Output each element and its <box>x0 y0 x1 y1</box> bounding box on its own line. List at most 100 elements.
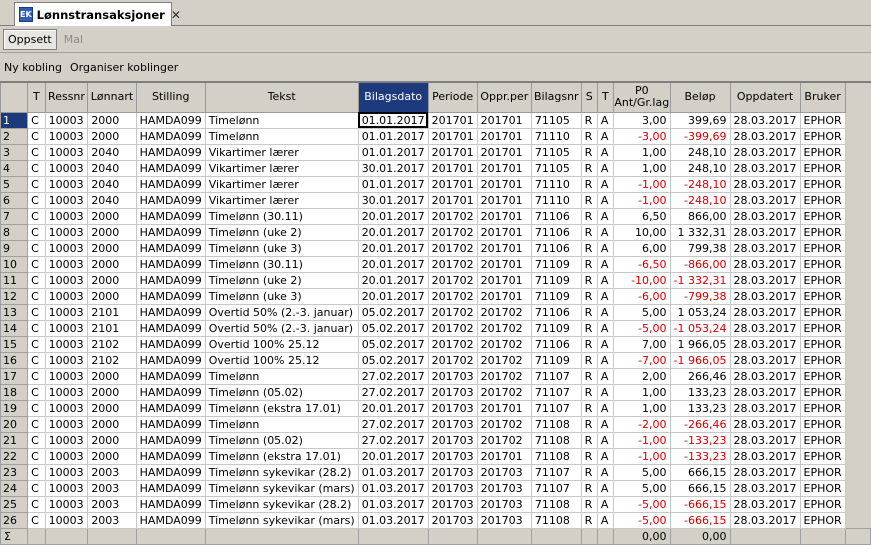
cell-periode[interactable]: 201702 <box>427 287 478 305</box>
cell-s[interactable]: R <box>580 303 598 321</box>
cell-row-number[interactable]: 19 <box>0 399 29 417</box>
cell-ant-gr-lag[interactable]: 1,00 <box>612 399 671 417</box>
cell-t[interactable]: A <box>596 367 614 385</box>
cell-oppr-per[interactable]: 201701 <box>476 111 532 129</box>
col-header-s[interactable]: S <box>580 83 598 113</box>
cell-oppr-per[interactable]: 201701 <box>476 223 532 241</box>
cell-stilling[interactable]: HAMDA099 <box>135 111 206 129</box>
table-row[interactable]: 13 C 10003 2101 HAMDA099 Overtid 50% (2.-3. j… <box>0 303 871 321</box>
cell-ant-gr-lag[interactable]: 10,00 <box>612 223 671 241</box>
cell-bilagsdato[interactable]: 01.03.2017 <box>357 463 429 481</box>
table-row[interactable]: 19 C 10003 2000 HAMDA099 Timelønn (ekstra 17.… <box>0 399 871 417</box>
cell-type[interactable]: C <box>27 255 46 273</box>
cell-row-number[interactable]: 10 <box>0 255 29 273</box>
cell-row-number[interactable]: 11 <box>0 271 29 289</box>
cell-t[interactable]: A <box>596 447 614 465</box>
cell-ressnr[interactable]: 10003 <box>44 239 89 257</box>
cell-bilagsdato[interactable]: 20.01.2017 <box>357 207 429 225</box>
cell-ant-gr-lag[interactable]: 6,50 <box>612 207 671 225</box>
cell-bilagsdato[interactable]: 20.01.2017 <box>357 223 429 241</box>
cell-t[interactable]: A <box>596 271 614 289</box>
cell-oppr-per[interactable]: 201702 <box>476 431 532 449</box>
cell-lonnart[interactable]: 2101 <box>87 303 137 321</box>
organiser-koblinger-button[interactable]: Organiser koblinger <box>70 61 178 74</box>
cell-ant-gr-lag[interactable]: 3,00 <box>612 111 671 129</box>
cell-ressnr[interactable]: 10003 <box>44 127 89 145</box>
cell-t[interactable]: A <box>596 239 614 257</box>
cell-ant-gr-lag[interactable]: -1,00 <box>612 191 671 209</box>
cell-lonnart[interactable]: 2000 <box>87 287 137 305</box>
cell-bruker[interactable]: EPHOR <box>799 207 846 225</box>
col-header-belop[interactable]: Beløp <box>669 83 731 113</box>
cell-bilagsdato[interactable]: 01.01.2017 <box>357 127 429 145</box>
cell-bilagsnr[interactable]: 71107 <box>530 399 582 417</box>
cell-oppr-per[interactable]: 201702 <box>476 319 532 337</box>
cell-belop[interactable]: -666,15 <box>669 511 731 529</box>
cell-bilagsnr[interactable]: 71110 <box>530 175 582 193</box>
table-row[interactable]: 26 C 10003 2003 HAMDA099 Timelønn sykevikar (… <box>0 511 871 529</box>
cell-oppdatert[interactable]: 28.03.2017 <box>729 399 801 417</box>
cell-ant-gr-lag[interactable]: 6,00 <box>612 239 671 257</box>
cell-type[interactable]: C <box>27 511 46 529</box>
cell-bruker[interactable]: EPHOR <box>799 447 846 465</box>
cell-t[interactable]: A <box>596 303 614 321</box>
cell-s[interactable]: R <box>580 271 598 289</box>
cell-t[interactable]: A <box>596 127 614 145</box>
cell-tekst[interactable]: Timelønn (uke 3) <box>204 287 359 305</box>
cell-bruker[interactable]: EPHOR <box>799 159 846 177</box>
cell-type[interactable]: C <box>27 335 46 353</box>
cell-ressnr[interactable]: 10003 <box>44 111 89 129</box>
cell-s[interactable]: R <box>580 175 598 193</box>
cell-ressnr[interactable]: 10003 <box>44 335 89 353</box>
cell-bilagsnr[interactable]: 71108 <box>530 415 582 433</box>
cell-stilling[interactable]: HAMDA099 <box>135 255 206 273</box>
cell-lonnart[interactable]: 2000 <box>87 383 137 401</box>
cell-row-number[interactable]: 16 <box>0 351 29 369</box>
cell-ressnr[interactable]: 10003 <box>44 255 89 273</box>
cell-type[interactable]: C <box>27 479 46 497</box>
cell-s[interactable]: R <box>580 367 598 385</box>
cell-bilagsdato[interactable]: 01.01.2017 <box>357 143 429 161</box>
cell-oppdatert[interactable]: 28.03.2017 <box>729 303 801 321</box>
cell-stilling[interactable]: HAMDA099 <box>135 271 206 289</box>
cell-type[interactable]: C <box>27 399 46 417</box>
cell-stilling[interactable]: HAMDA099 <box>135 463 206 481</box>
cell-ant-gr-lag[interactable]: 1,00 <box>612 143 671 161</box>
cell-s[interactable]: R <box>580 351 598 369</box>
cell-bilagsnr[interactable]: 71105 <box>530 143 582 161</box>
cell-oppdatert[interactable]: 28.03.2017 <box>729 127 801 145</box>
cell-s[interactable]: R <box>580 239 598 257</box>
cell-lonnart[interactable]: 2000 <box>87 223 137 241</box>
cell-row-number[interactable]: 15 <box>0 335 29 353</box>
cell-bilagsdato[interactable]: 20.01.2017 <box>357 239 429 257</box>
cell-lonnart[interactable]: 2000 <box>87 447 137 465</box>
cell-belop[interactable]: 266,46 <box>669 367 731 385</box>
cell-belop[interactable]: -133,23 <box>669 447 731 465</box>
cell-bruker[interactable]: EPHOR <box>799 287 846 305</box>
cell-stilling[interactable]: HAMDA099 <box>135 303 206 321</box>
cell-oppdatert[interactable]: 28.03.2017 <box>729 207 801 225</box>
cell-oppdatert[interactable]: 28.03.2017 <box>729 287 801 305</box>
cell-periode[interactable]: 201701 <box>427 143 478 161</box>
cell-row-number[interactable]: 7 <box>0 207 29 225</box>
cell-bilagsnr[interactable]: 71109 <box>530 271 582 289</box>
cell-ant-gr-lag[interactable]: 1,00 <box>612 159 671 177</box>
cell-t[interactable]: A <box>596 111 614 129</box>
cell-lonnart[interactable]: 2102 <box>87 335 137 353</box>
cell-oppdatert[interactable]: 28.03.2017 <box>729 415 801 433</box>
cell-tekst[interactable]: Timelønn <box>204 415 359 433</box>
col-header-oppdatert[interactable]: Oppdatert <box>729 83 801 113</box>
cell-bilagsnr[interactable]: 71107 <box>530 479 582 497</box>
cell-oppr-per[interactable]: 201701 <box>476 287 532 305</box>
cell-bilagsnr[interactable]: 71109 <box>530 319 582 337</box>
cell-s[interactable]: R <box>580 383 598 401</box>
cell-belop[interactable]: 1 332,31 <box>669 223 731 241</box>
cell-bilagsnr[interactable]: 71106 <box>530 223 582 241</box>
table-row[interactable]: 23 C 10003 2003 HAMDA099 Timelønn sykevikar (… <box>0 463 871 481</box>
close-icon[interactable]: ✕ <box>171 8 181 22</box>
cell-ant-gr-lag[interactable]: 5,00 <box>612 303 671 321</box>
cell-bilagsdato[interactable]: 01.03.2017 <box>357 479 429 497</box>
cell-periode[interactable]: 201702 <box>427 335 478 353</box>
cell-t[interactable]: A <box>596 383 614 401</box>
cell-oppr-per[interactable]: 201701 <box>476 191 532 209</box>
